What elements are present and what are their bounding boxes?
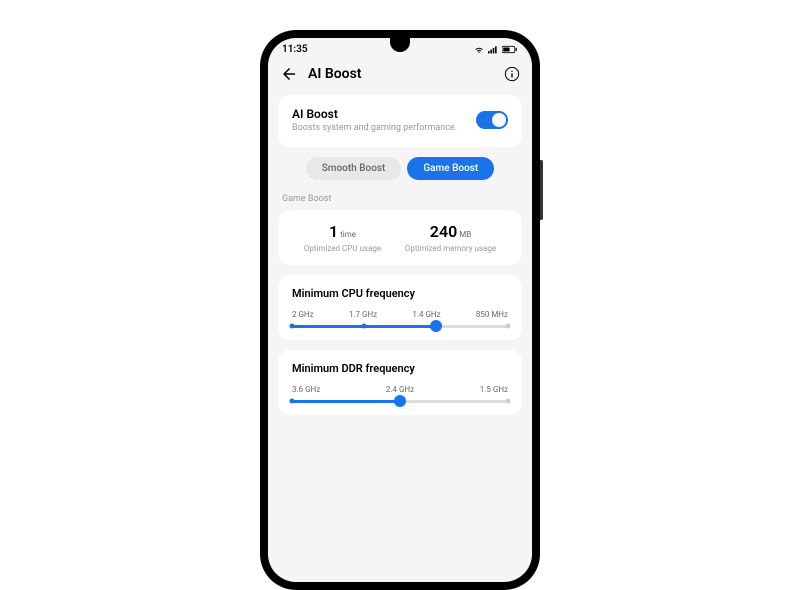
smooth-boost-button[interactable]: Smooth Boost <box>306 157 402 180</box>
ddr-freq-thumb[interactable] <box>394 395 406 407</box>
cpu-freq-card: Minimum CPU frequency 2 GHz 1.7 GHz 1.4 … <box>278 275 522 340</box>
cpu-freq-label-3: 850 MHz <box>476 310 508 319</box>
ai-boost-card: AI Boost Boosts system and gaming perfor… <box>278 95 522 147</box>
cpu-freq-label-1: 1.7 GHz <box>349 310 377 319</box>
info-button[interactable] <box>504 66 520 82</box>
ddr-freq-labels: 3.6 GHz 2.4 GHz 1.5 GHz <box>292 385 508 394</box>
cpu-stat-value: 1 <box>329 222 338 241</box>
cpu-stat-unit: time <box>340 230 356 239</box>
signal-icon <box>488 45 499 54</box>
cpu-freq-labels: 2 GHz 1.7 GHz 1.4 GHz 850 MHz <box>292 310 508 319</box>
section-label: Game Boost <box>278 192 522 210</box>
cpu-freq-label-0: 2 GHz <box>292 310 314 319</box>
ddr-freq-label-2: 1.5 GHz <box>480 385 508 394</box>
memory-stat-label: Optimized memory usage <box>405 244 496 253</box>
status-time: 11:35 <box>282 44 308 55</box>
cpu-freq-tick-0 <box>290 324 295 329</box>
ddr-freq-label-0: 3.6 GHz <box>292 385 320 394</box>
ddr-freq-fill <box>292 400 400 403</box>
ddr-freq-tick-0 <box>290 399 295 404</box>
phone-frame: 11:35 AI Boost AI Boost Boosts sy <box>260 30 540 590</box>
stats-card: 1 time Optimized CPU usage 240 MB Optimi… <box>278 210 522 265</box>
cpu-stat-label: Optimized CPU usage <box>304 244 381 253</box>
page-title: AI Boost <box>308 66 494 82</box>
mode-segment: Smooth Boost Game Boost <box>278 157 522 180</box>
ddr-freq-tick-2 <box>506 399 511 404</box>
wifi-icon <box>473 45 485 54</box>
memory-stat: 240 MB Optimized memory usage <box>405 222 496 253</box>
ai-boost-description: Boosts system and gaming performance. <box>292 123 476 135</box>
content-area: AI Boost Boosts system and gaming perfor… <box>268 95 532 415</box>
back-button[interactable] <box>280 65 298 83</box>
memory-stat-unit: MB <box>459 230 471 239</box>
cpu-freq-slider[interactable] <box>292 325 508 328</box>
arrow-left-icon <box>280 65 298 83</box>
ddr-freq-title: Minimum DDR frequency <box>292 362 508 375</box>
cpu-stat: 1 time Optimized CPU usage <box>304 222 381 253</box>
memory-stat-value: 240 <box>430 222 457 241</box>
cpu-freq-tick-1 <box>361 324 366 329</box>
cpu-freq-title: Minimum CPU frequency <box>292 287 508 300</box>
ddr-freq-card: Minimum DDR frequency 3.6 GHz 2.4 GHz 1.… <box>278 350 522 415</box>
cpu-freq-tick-3 <box>506 324 511 329</box>
ai-boost-toggle[interactable] <box>476 111 508 129</box>
cpu-freq-label-2: 1.4 GHz <box>412 310 440 319</box>
screen: 11:35 AI Boost AI Boost Boosts sy <box>268 38 532 582</box>
ddr-freq-label-1: 2.4 GHz <box>386 385 414 394</box>
game-boost-button[interactable]: Game Boost <box>407 157 494 180</box>
page-header: AI Boost <box>268 57 532 95</box>
status-icons <box>473 45 518 54</box>
battery-icon <box>502 45 518 54</box>
ddr-freq-slider[interactable] <box>292 400 508 403</box>
info-icon <box>504 66 520 82</box>
cpu-freq-thumb[interactable] <box>430 320 442 332</box>
ai-boost-title: AI Boost <box>292 107 476 121</box>
